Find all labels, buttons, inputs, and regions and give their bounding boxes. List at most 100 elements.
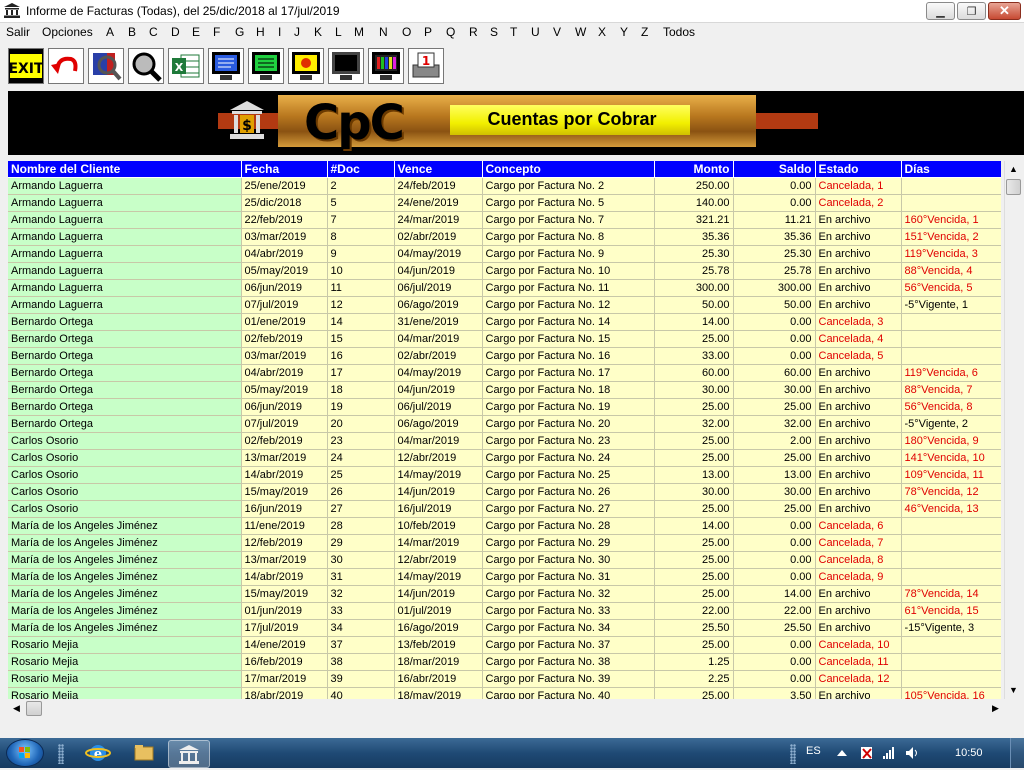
table-row[interactable]: Armando Laguerra 03/mar/2019 8 02/abr/2019 C… xyxy=(8,228,1001,246)
menu-item-letter-j[interactable]: J xyxy=(294,25,300,39)
menu-item-opciones[interactable]: Opciones xyxy=(42,25,93,39)
header-saldo[interactable]: Saldo xyxy=(733,161,816,178)
table-row[interactable]: María de los Angeles Jiménez 11/ene/2019 2… xyxy=(8,517,1001,535)
menu-item-letter-l[interactable]: L xyxy=(335,25,342,39)
table-row[interactable]: María de los Angeles Jiménez 13/mar/2019 3… xyxy=(8,551,1001,569)
menu-item-letter-n[interactable]: N xyxy=(379,25,388,39)
header-estado[interactable]: Estado xyxy=(815,161,902,178)
table-row[interactable]: Rosario Mejia 17/mar/2019 39 16/abr/2019 Car… xyxy=(8,670,1001,688)
exit-button[interactable]: EXIT xyxy=(8,48,44,84)
taskbar-internet-explorer[interactable]: e xyxy=(78,740,118,766)
menu-item-letter-a[interactable]: A xyxy=(106,25,114,39)
menu-item-letter-u[interactable]: U xyxy=(531,25,540,39)
excel-button[interactable]: X xyxy=(168,48,204,84)
volume-icon[interactable] xyxy=(905,746,919,760)
scroll-right-arrow-icon[interactable]: ▶ xyxy=(987,700,1004,717)
header-concepto[interactable]: Concepto xyxy=(482,161,655,178)
table-row[interactable]: María de los Angeles Jiménez 17/jul/2019 3… xyxy=(8,619,1001,637)
table-row[interactable]: Bernardo Ortega 05/may/2019 18 04/jun/2019 C… xyxy=(8,381,1001,399)
show-hidden-icons-icon[interactable] xyxy=(835,746,849,760)
scroll-up-arrow-icon[interactable]: ▲ xyxy=(1005,161,1022,178)
table-row[interactable]: Armando Laguerra 07/jul/2019 12 06/ago/2019… xyxy=(8,296,1001,314)
monitor-blue-button[interactable] xyxy=(208,48,244,84)
menu-item-todos[interactable]: Todos xyxy=(663,25,695,39)
header-vence[interactable]: Vence xyxy=(394,161,483,178)
menu-item-letter-w[interactable]: W xyxy=(575,25,586,39)
table-row[interactable]: Bernardo Ortega 04/abr/2019 17 04/may/2019 C… xyxy=(8,364,1001,382)
table-row[interactable]: Rosario Mejia 18/abr/2019 40 18/may/2019 Car… xyxy=(8,687,1001,699)
clock[interactable]: 10:50 xyxy=(955,747,983,759)
language-indicator[interactable]: ES xyxy=(806,745,821,757)
header-monto[interactable]: Monto xyxy=(654,161,734,178)
menu-item-letter-b[interactable]: B xyxy=(128,25,136,39)
table-row[interactable]: Rosario Mejia 16/feb/2019 38 18/mar/2019 Car… xyxy=(8,653,1001,671)
action-center-icon[interactable] xyxy=(860,746,874,760)
table-row[interactable]: Armando Laguerra 04/abr/2019 9 04/may/2019 C… xyxy=(8,245,1001,263)
minimize-button[interactable]: ▁ xyxy=(926,2,955,20)
vertical-scrollbar[interactable]: ▲ ▼ xyxy=(1004,161,1022,699)
menu-item-letter-f[interactable]: F xyxy=(213,25,220,39)
menu-item-letter-d[interactable]: D xyxy=(171,25,180,39)
header-doc[interactable]: #Doc xyxy=(327,161,395,178)
horizontal-scrollbar[interactable]: ◀ ▶ xyxy=(8,700,1004,717)
menu-item-letter-k[interactable]: K xyxy=(314,25,322,39)
undo-button[interactable] xyxy=(48,48,84,84)
printer-button[interactable]: 1 xyxy=(408,48,444,84)
start-button[interactable] xyxy=(6,739,44,767)
menu-item-letter-e[interactable]: E xyxy=(192,25,200,39)
header-dias[interactable]: Días xyxy=(901,161,1001,178)
table-row[interactable]: Rosario Mejia 14/ene/2019 37 13/feb/2019 Car… xyxy=(8,636,1001,654)
table-row[interactable]: María de los Angeles Jiménez 12/feb/2019 2… xyxy=(8,534,1001,552)
maximize-button[interactable]: ❐ xyxy=(957,2,986,20)
search-person-button[interactable] xyxy=(88,48,124,84)
table-row[interactable]: Carlos Osorio 14/abr/2019 25 14/may/2019 Car… xyxy=(8,466,1001,484)
menu-item-letter-i[interactable]: I xyxy=(278,25,281,39)
menu-item-letter-o[interactable]: O xyxy=(402,25,411,39)
menu-item-letter-g[interactable]: G xyxy=(235,25,244,39)
scroll-down-arrow-icon[interactable]: ▼ xyxy=(1005,682,1022,699)
taskbar-file-explorer[interactable] xyxy=(124,740,164,766)
header-fecha[interactable]: Fecha xyxy=(241,161,328,178)
menu-item-letter-x[interactable]: X xyxy=(598,25,606,39)
table-row[interactable]: María de los Angeles Jiménez 01/jun/2019 3… xyxy=(8,602,1001,620)
menu-item-letter-y[interactable]: Y xyxy=(620,25,628,39)
table-row[interactable]: Armando Laguerra 05/may/2019 10 04/jun/2019… xyxy=(8,262,1001,280)
table-row[interactable]: Bernardo Ortega 03/mar/2019 16 02/abr/2019 C… xyxy=(8,347,1001,365)
taskbar-cpc-app[interactable] xyxy=(168,740,210,768)
monitor-chart-button[interactable] xyxy=(368,48,404,84)
table-row[interactable]: Bernardo Ortega 02/feb/2019 15 04/mar/2019 C… xyxy=(8,330,1001,348)
table-row[interactable]: María de los Angeles Jiménez 14/abr/2019 3… xyxy=(8,568,1001,586)
header-cliente[interactable]: Nombre del Cliente xyxy=(8,161,242,178)
monitor-green-button[interactable] xyxy=(248,48,284,84)
menu-item-letter-t[interactable]: T xyxy=(510,25,517,39)
scroll-left-arrow-icon[interactable]: ◀ xyxy=(8,700,25,717)
table-row[interactable]: Armando Laguerra 22/feb/2019 7 24/mar/2019 C… xyxy=(8,211,1001,229)
table-row[interactable]: Carlos Osorio 15/may/2019 26 14/jun/2019 Car… xyxy=(8,483,1001,501)
menu-item-letter-v[interactable]: V xyxy=(553,25,561,39)
table-row[interactable]: Carlos Osorio 02/feb/2019 23 04/mar/2019 Car… xyxy=(8,432,1001,450)
vertical-scroll-thumb[interactable] xyxy=(1006,179,1021,195)
table-row[interactable]: Carlos Osorio 13/mar/2019 24 12/abr/2019 Car… xyxy=(8,449,1001,467)
show-desktop-button[interactable] xyxy=(1010,738,1024,768)
menu-item-letter-r[interactable]: R xyxy=(469,25,478,39)
menu-item-letter-p[interactable]: P xyxy=(424,25,432,39)
horizontal-scroll-thumb[interactable] xyxy=(26,701,42,716)
menu-item-letter-m[interactable]: M xyxy=(354,25,364,39)
close-button[interactable]: ✕ xyxy=(988,2,1021,20)
menu-item-salir[interactable]: Salir xyxy=(6,25,30,39)
menu-item-letter-q[interactable]: Q xyxy=(446,25,455,39)
invoice-grid[interactable]: Nombre del Cliente Fecha #Doc Vence Concepto… xyxy=(8,161,1001,699)
network-icon[interactable] xyxy=(882,746,896,760)
menu-item-letter-h[interactable]: H xyxy=(256,25,265,39)
table-row[interactable]: María de los Angeles Jiménez 15/may/2019 3… xyxy=(8,585,1001,603)
menu-item-letter-s[interactable]: S xyxy=(490,25,498,39)
table-row[interactable]: Armando Laguerra 25/dic/2018 5 24/ene/2019 C… xyxy=(8,194,1001,212)
table-row[interactable]: Armando Laguerra 25/ene/2019 2 24/feb/2019 C… xyxy=(8,177,1001,195)
table-row[interactable]: Bernardo Ortega 06/jun/2019 19 06/jul/2019 C… xyxy=(8,398,1001,416)
menu-item-letter-z[interactable]: Z xyxy=(641,25,648,39)
monitor-sun-button[interactable] xyxy=(288,48,324,84)
table-row[interactable]: Bernardo Ortega 07/jul/2019 20 06/ago/2019 C… xyxy=(8,415,1001,433)
monitor-black-button[interactable] xyxy=(328,48,364,84)
menu-item-letter-c[interactable]: C xyxy=(149,25,158,39)
table-row[interactable]: Carlos Osorio 16/jun/2019 27 16/jul/2019 Car… xyxy=(8,500,1001,518)
